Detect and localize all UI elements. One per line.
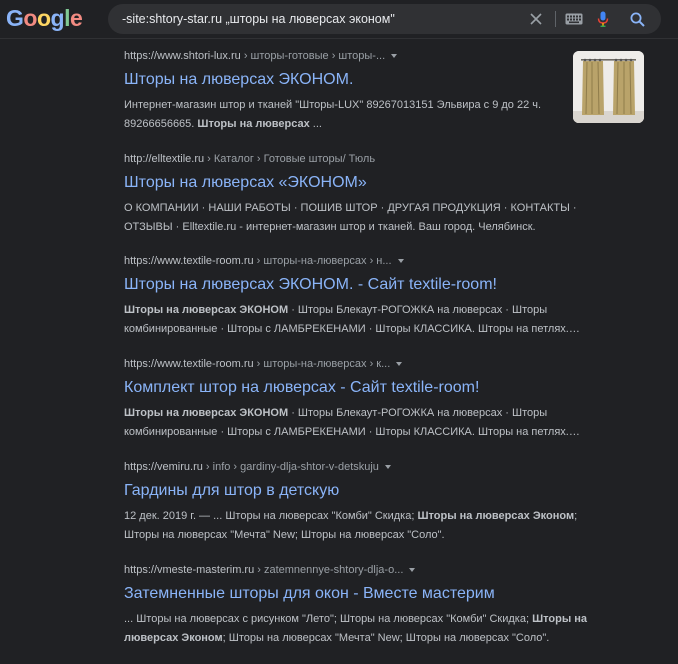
result-domain[interactable]: https://vmeste-masterim.ru: [124, 564, 254, 576]
result-breadcrumb: › шторы-готовые › шторы-...: [240, 50, 386, 62]
result-breadcrumb: › Каталог › Готовые шторы/ Тюль: [204, 153, 376, 165]
result-snippet: ... Шторы на люверсах с рисунком "Лето";…: [124, 610, 594, 648]
result-domain[interactable]: https://www.shtori-lux.ru: [124, 50, 241, 62]
result-title-link[interactable]: Гардины для штор в детскую: [124, 480, 604, 502]
result-title-link[interactable]: Шторы на люверсах ЭКОНОМ.: [124, 69, 604, 91]
result-item: https://vemiru.ru › info › gardiny-dlja-…: [124, 460, 604, 545]
snippet-highlight: Шторы на люверсах ЭКОНОМ: [124, 407, 289, 419]
result-menu-arrow-icon[interactable]: [391, 54, 398, 59]
top-bar: Google: [0, 0, 678, 39]
result-snippet: 12 дек. 2019 г. — ... Шторы на люверсах …: [124, 507, 594, 545]
result-snippet: Интернет-магазин штор и тканей "Шторы-LU…: [124, 96, 594, 134]
result-title-link[interactable]: Комплект штор на люверсах - Сайт textile…: [124, 377, 604, 399]
clear-search-icon[interactable]: [526, 9, 546, 29]
result-snippet: Шторы на люверсах ЭКОНОМ · Шторы Блекаут…: [124, 301, 594, 339]
search-input[interactable]: [122, 4, 522, 34]
search-box[interactable]: [108, 4, 661, 34]
result-domain[interactable]: https://vemiru.ru: [124, 461, 203, 473]
logo-letter: o: [36, 5, 51, 31]
logo-letter: o: [23, 5, 37, 31]
result-title-link[interactable]: Шторы на люверсах «ЭКОНОМ»: [124, 172, 604, 194]
logo-letter: e: [69, 5, 83, 31]
logo-letter: g: [50, 5, 65, 31]
snippet-text: 12 дек. 2019 г. — ... Шторы на люверсах …: [124, 510, 418, 522]
result-url[interactable]: https://www.textile-room.ru › шторы-на-л…: [124, 254, 604, 268]
result-menu-arrow-icon[interactable]: [384, 465, 391, 470]
result-url[interactable]: https://www.textile-room.ru › шторы-на-л…: [124, 357, 604, 371]
result-url[interactable]: https://vemiru.ru › info › gardiny-dlja-…: [124, 460, 604, 474]
result-url[interactable]: http://elltextile.ru › Каталог › Готовые…: [124, 152, 604, 166]
result-domain[interactable]: https://www.textile-room.ru: [124, 358, 254, 370]
result-domain[interactable]: https://www.textile-room.ru: [124, 255, 254, 267]
snippet-highlight: Шторы на люверсах: [197, 118, 310, 130]
result-item: https://www.textile-room.ru › шторы-на-л…: [124, 254, 604, 339]
snippet-highlight: Шторы на люверсах ЭКОНОМ: [124, 304, 289, 316]
snippet-text: ; Шторы на люверсах "Мечта" New; Шторы н…: [222, 632, 550, 644]
snippet-text: ...: [309, 118, 322, 130]
result-title-link[interactable]: Затемненные шторы для окон - Вместе маст…: [124, 583, 604, 605]
result-url[interactable]: https://www.shtori-lux.ru › шторы-готовы…: [124, 49, 604, 63]
result-breadcrumb: › шторы-на-люверсах › н...: [253, 255, 392, 267]
result-item: https://www.shtori-lux.ru › шторы-готовы…: [124, 49, 604, 134]
result-menu-arrow-icon[interactable]: [396, 362, 403, 367]
logo-letter: G: [6, 5, 24, 31]
microphone-icon[interactable]: [593, 9, 613, 29]
result-breadcrumb: › zatemnennye-shtory-dlja-o...: [254, 564, 404, 576]
result-item: https://www.textile-room.ru › шторы-на-л…: [124, 357, 604, 442]
result-domain[interactable]: http://elltextile.ru: [124, 153, 204, 165]
result-snippet: Шторы на люверсах ЭКОНОМ · Шторы Блекаут…: [124, 404, 594, 442]
search-divider: [555, 11, 556, 27]
result-breadcrumb: › шторы-на-люверсах › к...: [253, 358, 391, 370]
result-menu-arrow-icon[interactable]: [397, 259, 404, 264]
result-item: http://elltextile.ru › Каталог › Готовые…: [124, 152, 604, 237]
result-title-link[interactable]: Шторы на люверсах ЭКОНОМ. - Сайт textile…: [124, 274, 604, 296]
google-logo[interactable]: Google: [6, 5, 83, 32]
curtain-thumbnail-image[interactable]: [573, 51, 644, 123]
keyboard-icon[interactable]: [564, 9, 584, 29]
snippet-text: О КОМПАНИИ · НАШИ РАБОТЫ · ПОШИВ ШТОР · …: [124, 202, 577, 233]
snippet-highlight: Шторы на люверсах Эконом: [417, 510, 575, 522]
result-breadcrumb: › info › gardiny-dlja-shtor-v-detskuju: [202, 461, 379, 473]
result-url[interactable]: https://vmeste-masterim.ru › zatemnennye…: [124, 563, 604, 577]
result-menu-arrow-icon[interactable]: [409, 568, 416, 573]
result-snippet: О КОМПАНИИ · НАШИ РАБОТЫ · ПОШИВ ШТОР · …: [124, 199, 594, 237]
search-icon[interactable]: [627, 9, 647, 29]
snippet-text: ... Шторы на люверсах с рисунком "Лето";…: [124, 613, 533, 625]
snippet-text: Интернет-магазин штор и тканей "Шторы-LU…: [124, 99, 542, 130]
result-item: https://vmeste-masterim.ru › zatemnennye…: [124, 563, 604, 648]
